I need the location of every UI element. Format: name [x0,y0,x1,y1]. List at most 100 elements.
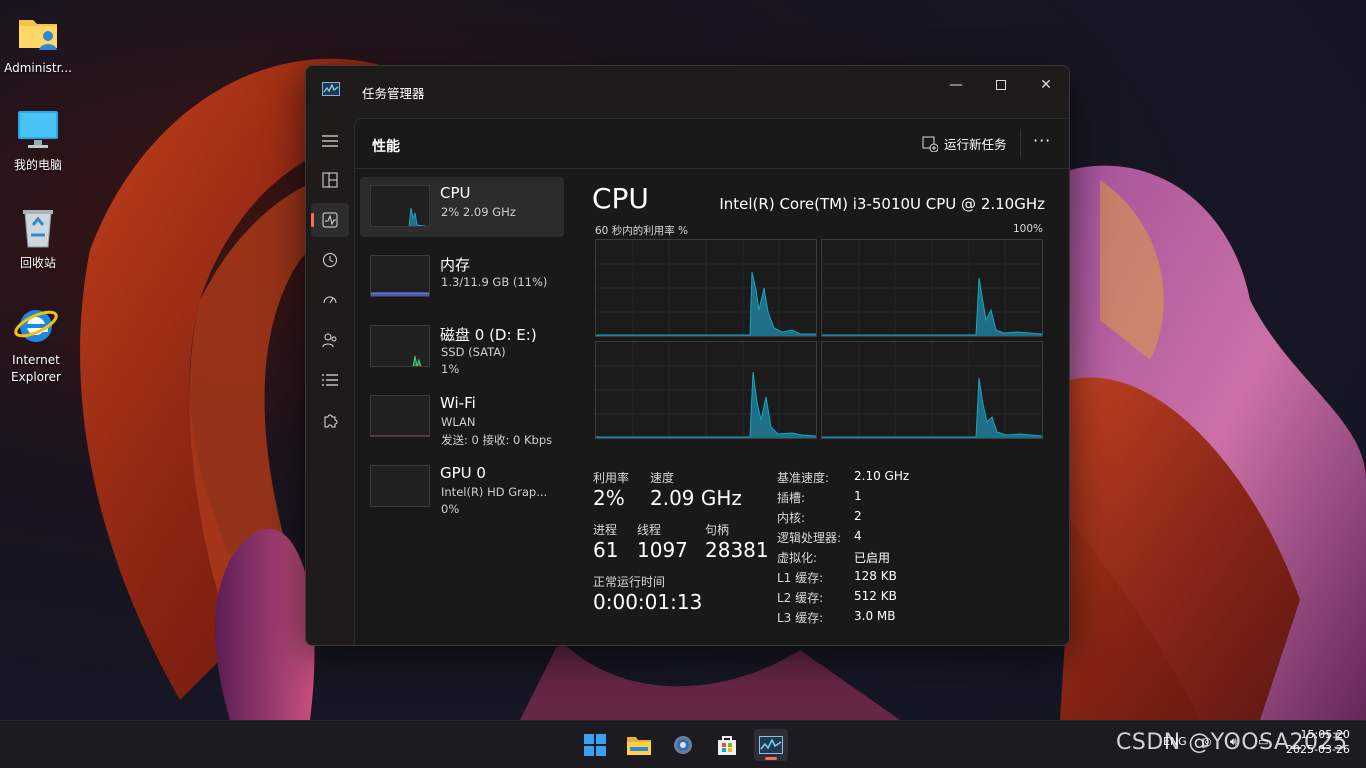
spec-key: 虚拟化: [777,551,818,565]
performance-panel: 性能 运行新任务 ··· CPU 2% 2.09 GHz 内存 1.3/11.9 [354,118,1069,645]
performance-icon [322,212,338,228]
spec-value: 1 [854,489,862,503]
nav-processes[interactable] [311,163,349,197]
taskbar-settings[interactable] [666,729,700,761]
threads-label: 线程 [637,523,662,537]
spec-key: 基准速度: [777,471,830,485]
toolbar-separator [1020,129,1021,157]
nav-performance[interactable] [311,203,349,237]
resource-item-gpu[interactable]: GPU 0 Intel(R) HD Grap... 0% [360,457,564,517]
spec-key: 内核: [777,511,806,525]
title-bar[interactable]: 任务管理器 — ✕ [306,66,1069,116]
taskbar-store[interactable] [710,729,744,761]
watermark: CSDN @YOOSA2025 [1116,730,1348,755]
close-button[interactable]: ✕ [1023,70,1069,100]
desktop-icon-my-computer[interactable]: 我的电脑 [2,107,74,174]
disk-thumbnail [370,325,430,367]
desktop-icon-label: Internet Explorer [11,353,61,384]
resource-name: 磁盘 0 (D: E:) [440,326,537,344]
spec-value: 128 KB [854,569,897,583]
nav-menu-button[interactable] [311,124,349,158]
cpu-core-graph-3 [595,341,817,439]
settings-gear-icon [674,736,692,754]
resource-name: GPU 0 [440,464,486,482]
resource-name: Wi-Fi [440,394,476,412]
handles-value: 28381 [705,538,769,562]
store-bag-icon [718,736,736,755]
uptime-value: 0:00:01:13 [593,590,703,614]
users-icon [322,333,337,348]
spec-value: 512 KB [854,589,897,603]
windows-logo-icon [584,734,606,756]
task-manager-icon [759,736,783,754]
utilization-graph-label: 60 秒内的利用率 % [595,225,689,237]
desktop-icon-recycle-bin[interactable]: 回收站 [2,205,74,272]
window-title: 任务管理器 [362,86,425,101]
cpu-core-graph-1 [595,239,817,337]
resource-item-disk[interactable]: 磁盘 0 (D: E:) SSD (SATA) 1% [360,317,564,377]
memory-thumbnail [370,255,430,297]
details-list-icon [322,374,338,386]
taskbar-task-manager[interactable] [754,729,788,761]
desktop-icon-label: 我的电脑 [13,158,62,172]
task-manager-app-icon [322,82,340,96]
cpu-core-graph-4 [821,341,1043,439]
resource-item-wifi[interactable]: Wi-Fi WLAN 发送: 0 接收: 0 Kbps [360,387,564,447]
desktop-icon-administrator[interactable]: Administr... [2,10,74,77]
task-manager-window[interactable]: 任务管理器 — ✕ 性能 运行新任务 ··· CPU 2% 2.09 GHz 内… [305,65,1070,646]
threads-value: 1097 [637,538,688,562]
resource-item-cpu[interactable]: CPU 2% 2.09 GHz [360,177,564,237]
utilization-max-label: 100% [1012,223,1043,235]
spec-key: 插槽: [777,491,806,505]
desktop-icon-label: Administr... [4,61,72,75]
spec-key: L2 缓存: [777,591,824,605]
cpu-heading: CPU [592,182,649,215]
recycle-bin-icon [15,205,61,251]
spec-value: 2.10 GHz [854,469,910,483]
resource-detail: 发送: 0 接收: 0 Kbps [441,433,553,447]
resource-detail: 1% [441,362,460,376]
monitor-icon [15,107,61,153]
utilization-label: 利用率 [593,471,630,485]
taskbar-file-explorer[interactable] [622,729,656,761]
spec-value: 3.0 MB [854,609,896,623]
nav-app-history[interactable] [311,243,349,277]
cpu-thumbnail [370,185,430,227]
desktop-icon-internet-explorer[interactable]: Internet Explorer [0,302,72,386]
user-folder-icon [15,10,61,56]
startup-gauge-icon [323,296,337,304]
services-puzzle-icon [324,414,338,428]
internet-explorer-icon [13,302,59,348]
handles-label: 句柄 [705,523,730,537]
nav-details[interactable] [311,363,349,397]
resource-name: CPU [440,184,471,202]
uptime-label: 正常运行时间 [593,575,666,589]
minimize-icon: — [949,77,963,93]
more-options-button[interactable]: ··· [1033,131,1051,150]
gpu-thumbnail [370,465,430,507]
header-divider [355,168,1069,169]
nav-services[interactable] [311,403,349,437]
nav-startup[interactable] [311,283,349,317]
minimize-button[interactable]: — [933,70,979,100]
run-new-task-label: 运行新任务 [944,137,1007,152]
resource-detail: SSD (SATA) [441,345,506,359]
resource-item-memory[interactable]: 内存 1.3/11.9 GB (11%) [360,247,564,307]
spec-value: 2 [854,509,862,523]
history-icon [323,253,337,267]
nav-users[interactable] [311,323,349,357]
spec-key: L3 缓存: [777,611,824,625]
resource-name: 内存 [440,256,471,274]
maximize-button[interactable] [978,70,1024,100]
folder-icon [627,737,651,755]
cpu-model: Intel(R) Core(TM) i3-5010U CPU @ 2.10GHz [719,195,1045,213]
start-button[interactable] [578,729,612,761]
left-nav [306,116,354,645]
resource-detail: 2% 2.09 GHz [441,205,516,219]
wifi-thumbnail [370,395,430,437]
speed-value: 2.09 GHz [650,486,742,510]
speed-label: 速度 [650,471,675,485]
run-new-task-button[interactable]: 运行新任务 [922,134,1007,153]
maximize-icon [996,80,1006,90]
resource-list: CPU 2% 2.09 GHz 内存 1.3/11.9 GB (11%) 磁盘 … [360,177,564,527]
